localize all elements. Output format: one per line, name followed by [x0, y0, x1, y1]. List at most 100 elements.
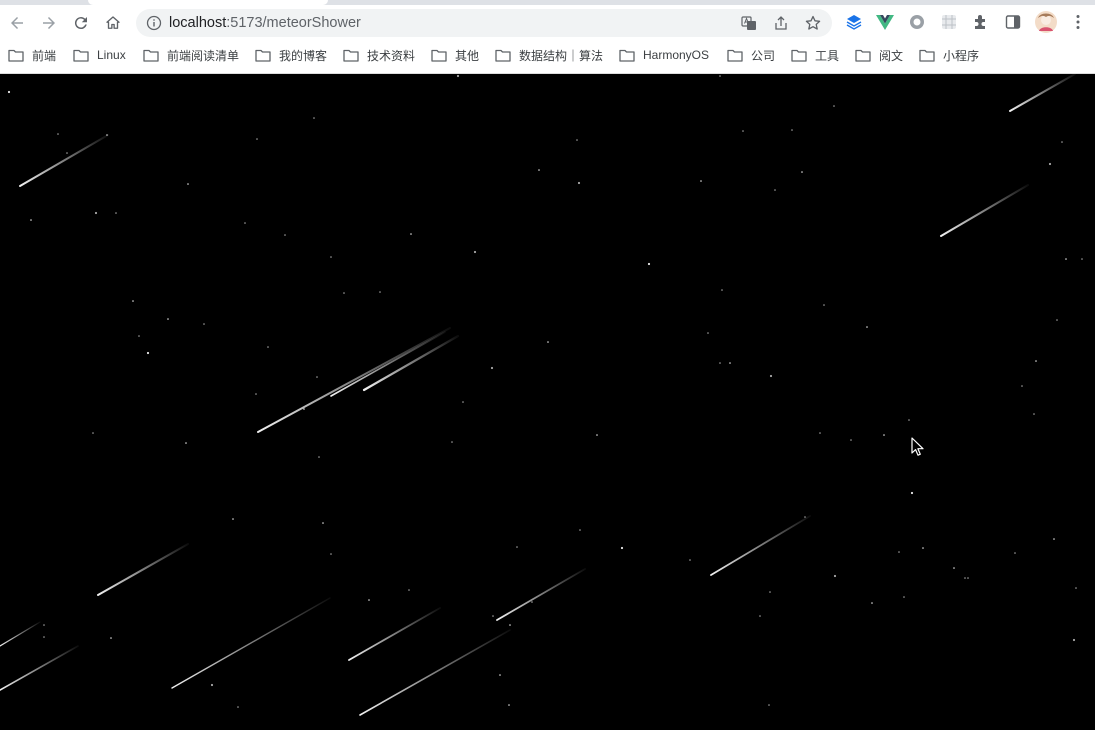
- bookmark-label: 工具: [815, 48, 840, 63]
- star: [490, 366, 494, 370]
- back-button[interactable]: [5, 11, 29, 35]
- back-icon: [11, 17, 23, 29]
- star: [964, 577, 966, 579]
- star: [94, 211, 98, 215]
- bookmark-label: 小程序: [943, 48, 980, 63]
- star: [1081, 258, 1083, 260]
- star: [343, 292, 345, 294]
- star: [30, 219, 32, 221]
- folder-icon: [727, 49, 743, 62]
- bookmark-label: HarmonyOS: [643, 48, 710, 62]
- star: [1056, 319, 1058, 321]
- meteor-shower-canvas: [0, 74, 1095, 730]
- star: [1072, 638, 1076, 642]
- star: [232, 518, 234, 520]
- star: [284, 234, 286, 236]
- bookmark-label: 其他: [455, 48, 480, 63]
- star: [203, 323, 205, 325]
- star: [1014, 552, 1016, 554]
- star: [322, 522, 324, 524]
- star: [1061, 141, 1063, 143]
- star: [244, 222, 246, 224]
- star: [1075, 587, 1077, 589]
- star: [729, 362, 731, 364]
- bookmark-folder[interactable]: 技术资料: [343, 44, 415, 66]
- folder-icon: [143, 49, 159, 62]
- star: [313, 117, 315, 119]
- grid-extension-icon[interactable]: [939, 12, 959, 32]
- star: [721, 289, 723, 291]
- star: [499, 674, 501, 676]
- meteor-streak: [1009, 74, 1076, 112]
- circle-extension-icon[interactable]: [907, 12, 927, 32]
- meteor-streak: [710, 515, 811, 576]
- star: [579, 529, 581, 531]
- star: [255, 393, 257, 395]
- more-menu-icon[interactable]: [1068, 12, 1088, 32]
- bookmark-label: 前端: [32, 48, 57, 63]
- bookmark-folder[interactable]: 小程序: [919, 44, 979, 66]
- extensions-puzzle-icon[interactable]: [971, 12, 991, 32]
- star: [866, 326, 868, 328]
- forward-button[interactable]: [37, 11, 61, 35]
- share-icon[interactable]: [772, 14, 790, 32]
- star: [769, 374, 773, 378]
- bookmark-folder[interactable]: 阅文: [855, 44, 903, 66]
- star: [43, 624, 45, 626]
- star: [185, 442, 187, 444]
- bookmark-folder[interactable]: 前端: [8, 44, 56, 66]
- bookmark-folder[interactable]: 数据结构｜算法: [495, 44, 603, 66]
- bookmark-label: Linux: [97, 48, 126, 62]
- site-info-icon[interactable]: [146, 15, 162, 31]
- star: [620, 546, 624, 550]
- address-bar[interactable]: localhost:5173/meteorShower: [136, 9, 832, 37]
- star: [883, 434, 885, 436]
- url-text[interactable]: localhost:5173/meteorShower: [169, 15, 361, 31]
- layers-extension-icon[interactable]: [844, 12, 864, 32]
- star: [596, 434, 598, 436]
- star: [410, 233, 412, 235]
- bookmark-label: 阅文: [879, 48, 904, 63]
- bookmark-folder[interactable]: 工具: [791, 44, 839, 66]
- star: [819, 432, 821, 434]
- vue-devtools-icon[interactable]: [875, 12, 895, 32]
- translate-icon[interactable]: [740, 14, 758, 32]
- star: [330, 553, 332, 555]
- star: [791, 129, 793, 131]
- meteor-streak: [19, 134, 109, 187]
- bookmark-folder[interactable]: 其他: [431, 44, 479, 66]
- side-panel-icon[interactable]: [1003, 12, 1023, 32]
- meteor-streak: [0, 645, 79, 691]
- bookmark-folder[interactable]: 公司: [727, 44, 775, 66]
- star: [115, 212, 117, 214]
- star: [1035, 360, 1037, 362]
- star: [138, 335, 140, 337]
- star: [256, 138, 258, 140]
- star: [823, 304, 825, 306]
- star: [903, 596, 905, 598]
- bookmark-label: 前端阅读清单: [167, 48, 240, 63]
- star: [719, 75, 721, 77]
- star: [850, 439, 852, 441]
- meteor-streak: [496, 568, 586, 621]
- bookmark-folder[interactable]: 前端阅读清单: [143, 44, 239, 66]
- bookmark-folder[interactable]: Linux: [73, 44, 126, 66]
- meteor-streak: [348, 607, 441, 661]
- reload-button[interactable]: [69, 11, 93, 35]
- star: [538, 169, 540, 171]
- profile-avatar[interactable]: [1035, 11, 1057, 33]
- home-button[interactable]: [101, 11, 125, 35]
- star: [689, 559, 691, 561]
- star: [379, 291, 381, 293]
- folder-icon: [495, 49, 511, 62]
- bookmark-star-icon[interactable]: [804, 14, 822, 32]
- star: [910, 491, 914, 495]
- bookmark-folder[interactable]: 我的博客: [255, 44, 327, 66]
- star: [908, 419, 910, 421]
- star: [801, 171, 803, 173]
- bookmark-folder[interactable]: HarmonyOS: [619, 44, 709, 66]
- mouse-pointer-icon: [911, 437, 924, 456]
- meteor-streak: [359, 629, 511, 716]
- star: [531, 601, 533, 603]
- star: [451, 441, 453, 443]
